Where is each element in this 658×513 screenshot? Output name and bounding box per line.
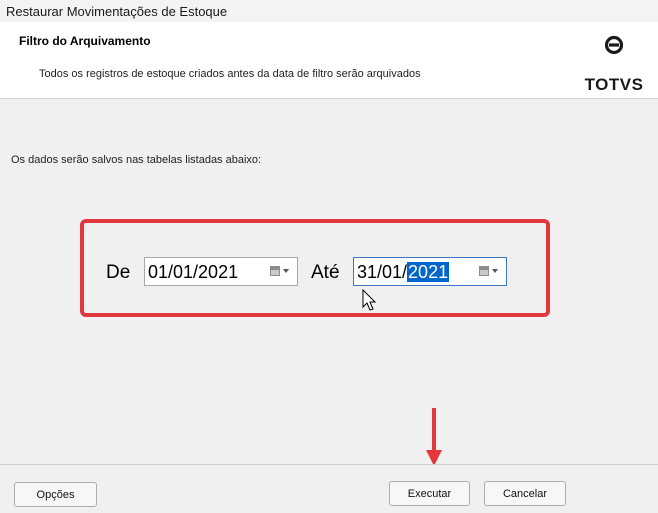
header-description: Todos os registros de estoque criados an…	[39, 68, 421, 80]
to-label: Até	[311, 262, 340, 283]
calendar-dropdown-button[interactable]	[479, 265, 501, 279]
chevron-down-icon	[492, 269, 498, 273]
totvs-logo-icon	[604, 35, 624, 55]
header-title: Filtro do Arquivamento	[19, 34, 151, 48]
to-date-unselected: 31/01/	[357, 262, 408, 282]
execute-button[interactable]: Executar	[389, 481, 470, 506]
brand-name: TOTVS	[584, 75, 644, 94]
from-date-value: 01/01/2021	[148, 262, 239, 282]
cancel-button[interactable]: Cancelar	[484, 481, 566, 506]
to-date-selection: 2021	[407, 262, 450, 282]
title-bar: Restaurar Movimentações de Estoque	[0, 0, 658, 22]
from-label: De	[106, 262, 131, 283]
calendar-icon	[270, 266, 280, 276]
window-title: Restaurar Movimentações de Estoque	[6, 4, 228, 19]
calendar-icon	[479, 266, 489, 276]
totvs-logo: TOTVS	[584, 35, 644, 95]
to-date-value: 31/01/2021	[357, 261, 450, 283]
info-text: Os dados serão salvos nas tabelas listad…	[11, 154, 262, 166]
mouse-cursor-icon	[362, 289, 377, 311]
from-date-input[interactable]: 01/01/2021	[144, 257, 298, 286]
wizard-header: Filtro do Arquivamento Todos os registro…	[0, 22, 658, 99]
calendar-dropdown-button[interactable]	[270, 265, 292, 279]
options-button[interactable]: Opções	[14, 482, 97, 507]
to-date-input[interactable]: 31/01/2021	[353, 257, 507, 286]
button-bar: Opções Executar Cancelar	[0, 464, 658, 513]
red-arrow-annotation-icon	[426, 408, 442, 466]
chevron-down-icon	[283, 269, 289, 273]
